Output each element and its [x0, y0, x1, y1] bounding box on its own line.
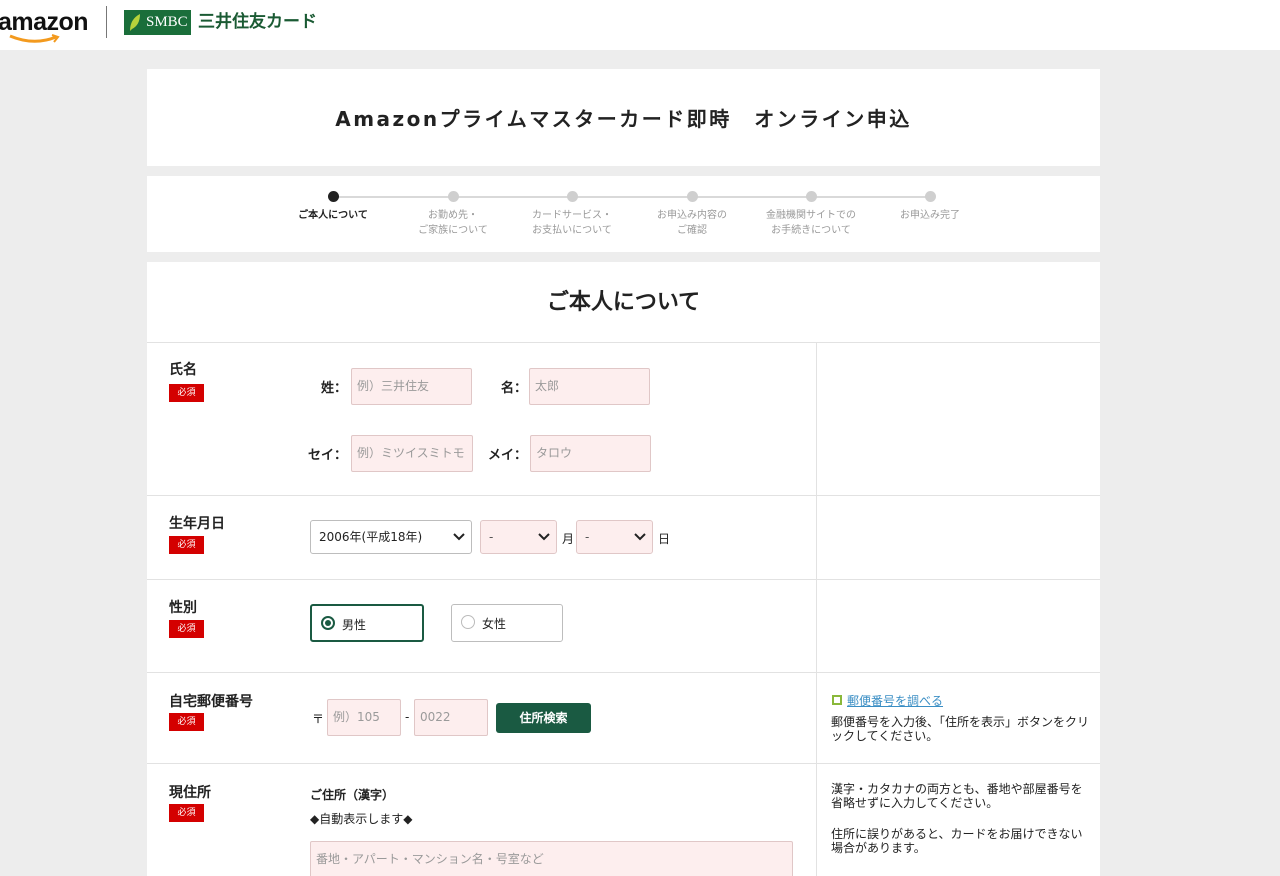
postal-first-input[interactable]: 例）105 — [327, 699, 401, 736]
chevron-down-icon — [453, 533, 465, 541]
step-label: ご本人について — [298, 210, 368, 221]
required-badge: 必須 — [169, 384, 204, 402]
smbc-logo: SMBC — [124, 10, 191, 35]
address-row-label: 現住所 — [169, 785, 211, 801]
row-divider — [147, 495, 1100, 496]
step-dot — [805, 191, 817, 202]
progress-stepper: ご本人について お勤め先・ ご家族について カードサービス・ お支払いについて … — [147, 176, 1100, 252]
chevron-down-icon — [634, 533, 646, 541]
title-panel: Amazonプライムマスターカード即時 オンライン申込 — [147, 69, 1100, 166]
birth-month-value: - — [489, 530, 494, 544]
postal-dash: - — [405, 710, 410, 724]
step-2: お勤め先・ ご家族について — [388, 191, 518, 238]
mei-input[interactable]: 太郎 — [529, 368, 650, 405]
required-badge: 必須 — [169, 536, 204, 554]
sei-kana-label: セイ： — [307, 448, 347, 463]
address-search-button[interactable]: 住所検索 — [496, 703, 591, 733]
step-dot — [447, 191, 459, 202]
smbc-card-name: 三井住友カード — [198, 12, 317, 32]
row-divider — [147, 342, 1100, 343]
sei-input[interactable]: 例）三井住友 — [351, 368, 472, 405]
amazon-logo: amazon — [0, 8, 89, 36]
required-badge: 必須 — [169, 713, 204, 731]
smbc-leaf-icon — [130, 14, 140, 31]
name-row-label: 氏名 — [169, 362, 197, 378]
postal-second-input[interactable]: 0022 — [414, 699, 488, 736]
postal-lookup-link[interactable]: 郵便番号を調べる — [847, 692, 943, 709]
postal-row-label: 自宅郵便番号 — [169, 694, 253, 710]
birth-year-value: 2006年(平成18年) — [319, 530, 423, 544]
address-note-1: 漢字・カタカナの両方とも、番地や部屋番号を省略せずに入力してください。 — [831, 782, 1083, 810]
address-note-2: 住所に誤りがあると、カードをお届けできない場合があります。 — [831, 827, 1083, 855]
postal-prefix: 〒 — [312, 712, 325, 726]
amazon-smile-icon — [9, 34, 60, 43]
row-divider — [147, 672, 1100, 673]
step-label: お申込み内容の ご確認 — [657, 210, 727, 236]
gender-female-radio[interactable]: 女性 — [451, 604, 563, 642]
smbc-logo-text: SMBC — [146, 14, 188, 30]
step-dot — [924, 191, 936, 202]
row-divider — [147, 579, 1100, 580]
step-6: お申込み完了 — [865, 191, 995, 223]
gender-female-label: 女性 — [482, 617, 507, 631]
radio-checked-icon — [321, 616, 335, 630]
step-5: 金融機関サイトでの お手続きについて — [746, 191, 876, 238]
mei-kana-label: メイ： — [487, 448, 527, 463]
mei-kana-input[interactable]: タロウ — [530, 435, 651, 472]
address-line-input[interactable]: 番地・アパート・マンション名・号室など — [310, 841, 793, 876]
section-title: ご本人について — [546, 290, 701, 315]
step-3: カードサービス・ お支払いについて — [507, 191, 637, 238]
month-unit: 月 — [562, 532, 575, 546]
gender-male-label: 男性 — [342, 618, 367, 632]
column-divider — [816, 342, 817, 876]
form-panel: ご本人について 氏名 必須 姓： 例）三井住友 名： 太郎 セイ： 例）ミツイス… — [147, 262, 1100, 876]
day-unit: 日 — [658, 532, 671, 546]
site-header: amazon SMBC 三井住友カード — [0, 0, 1280, 50]
address-auto-note: ◆自動表示します◆ — [310, 812, 413, 826]
step-4: お申込み内容の ご確認 — [627, 191, 757, 238]
birth-day-select[interactable]: - — [576, 520, 653, 554]
step-label: カードサービス・ お支払いについて — [532, 210, 612, 236]
sei-label: 姓： — [320, 381, 347, 396]
header-divider — [106, 6, 107, 38]
birth-day-value: - — [585, 530, 590, 544]
birth-month-select[interactable]: - — [480, 520, 557, 554]
step-label: お勤め先・ ご家族について — [418, 210, 488, 236]
gender-row-label: 性別 — [169, 600, 197, 616]
book-icon — [832, 695, 842, 705]
radio-unchecked-icon — [461, 615, 475, 629]
page-title: Amazonプライムマスターカード即時 オンライン申込 — [335, 107, 912, 131]
postal-note: 郵便番号を入力後、「住所を表示」ボタンをクリックしてください。 — [831, 715, 1090, 743]
step-dot — [686, 191, 698, 202]
required-badge: 必須 — [169, 620, 204, 638]
required-badge: 必須 — [169, 804, 204, 822]
birth-year-select[interactable]: 2006年(平成18年) — [310, 520, 472, 554]
step-1: ご本人について — [268, 191, 398, 223]
gender-male-radio[interactable]: 男性 — [310, 604, 424, 642]
step-label: お申込み完了 — [900, 210, 960, 221]
chevron-down-icon — [538, 533, 550, 541]
step-dot — [327, 191, 339, 202]
birthdate-row-label: 生年月日 — [169, 516, 225, 532]
address-kanji-label: ご住所（漢字） — [310, 788, 395, 802]
step-dot — [566, 191, 578, 202]
mei-label: 名： — [500, 381, 527, 396]
step-label: 金融機関サイトでの お手続きについて — [766, 210, 856, 236]
sei-kana-input[interactable]: 例）ミツイスミトモ — [351, 435, 473, 472]
row-divider — [147, 763, 1100, 764]
